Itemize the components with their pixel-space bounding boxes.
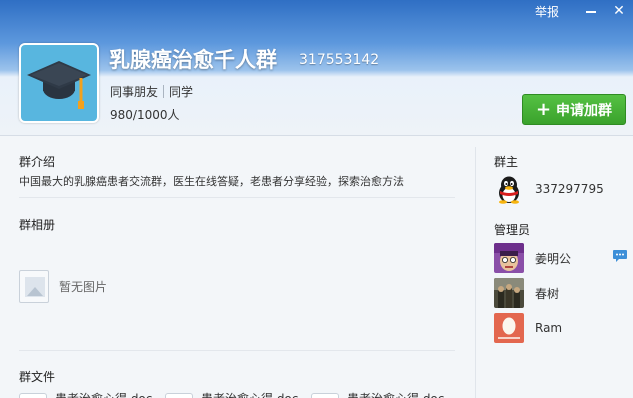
owner-entry[interactable]: 337297795 [494,174,604,204]
file-item[interactable]: 患者治愈心得.doc [311,390,444,398]
group-id: 317553142 [299,52,380,68]
intro-title: 群介绍 [19,155,56,169]
minimize-icon [586,11,596,13]
report-link[interactable]: 举报 [535,3,559,20]
divider [19,350,455,351]
right-panel: 群主 337297795 管理员 姜明公 春树 Ram [476,137,633,398]
avatar [494,278,524,308]
close-icon: ✕ [613,3,625,19]
avatar [494,243,524,273]
image-placeholder-icon [19,270,49,303]
admin-name: 春树 [535,286,560,301]
group-name: 乳腺癌治愈千人群 [109,48,277,72]
tag-item[interactable]: 同学 [169,83,193,100]
document-icon [19,392,47,398]
admin-entry[interactable]: Ram [494,313,562,343]
file-name: 患者治愈心得.doc [201,390,298,398]
owner-title: 群主 [494,155,519,169]
group-tags: 同事朋友 同学 [110,83,193,100]
group-header: 举报 ✕ 乳腺癌治愈千人群 317553142 同事朋友 同学 980/1000… [0,0,633,136]
penguin-avatar-icon [494,174,524,204]
apply-join-label: 申请加群 [556,102,613,119]
album-empty-text: 暂无图片 [59,280,108,294]
owner-id: 337297795 [535,182,604,196]
admin-entry[interactable]: 春树 [494,278,559,308]
left-panel: 群介绍 中国最大的乳腺癌患者交流群，医生在线答疑，老患者分享经验，探索治愈方法 … [0,137,475,398]
admin-name: Ram [535,321,563,335]
album-empty: 暂无图片 [19,270,107,303]
minimize-button[interactable] [577,0,605,22]
document-icon [165,392,193,398]
graduation-cap-icon [27,61,91,109]
file-item[interactable]: 患者治愈心得.doc [165,390,298,398]
album-title: 群相册 [19,218,56,232]
close-button[interactable]: ✕ [605,0,633,22]
window-titlebar: 举报 ✕ [535,0,633,22]
group-details: 群介绍 中国最大的乳腺癌患者交流群，医生在线答疑，老患者分享经验，探索治愈方法 … [0,137,633,398]
tag-divider [163,85,165,98]
chat-bubble-icon[interactable] [612,249,628,266]
divider [19,197,455,198]
apply-join-button[interactable]: + 申请加群 [522,94,626,125]
admin-name: 姜明公 [535,251,572,266]
file-name: 患者治愈心得.doc [55,390,152,398]
admin-entry[interactable]: 姜明公 [494,243,571,273]
document-icon [311,392,339,398]
tag-item[interactable]: 同事朋友 [110,83,158,100]
files-title: 群文件 [19,370,56,384]
file-item[interactable]: 患者治愈心得.doc [19,390,152,398]
member-count: 980/1000人 [110,108,180,122]
group-avatar[interactable] [19,43,99,123]
admins-title: 管理员 [494,223,531,237]
intro-text: 中国最大的乳腺癌患者交流群，医生在线答疑，老患者分享经验，探索治愈方法 [19,175,404,188]
egg-avatar-icon [494,313,524,343]
plus-icon: + [535,98,552,120]
file-name: 患者治愈心得.doc [347,390,444,398]
